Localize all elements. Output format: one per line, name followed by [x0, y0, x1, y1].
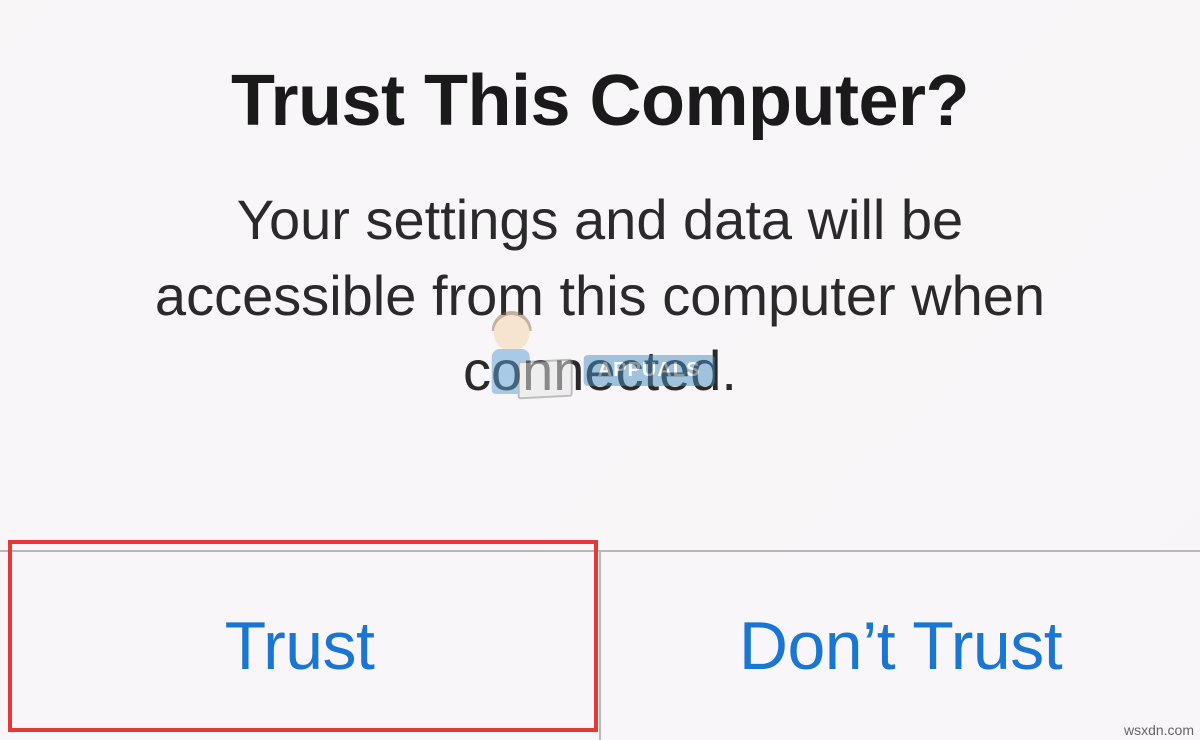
dialog-content: Trust This Computer? Your settings and d… — [0, 0, 1200, 550]
dialog-title: Trust This Computer? — [231, 60, 969, 142]
trust-dialog: Trust This Computer? Your settings and d… — [0, 0, 1200, 740]
dialog-message: Your settings and data will be accessibl… — [120, 182, 1080, 409]
dialog-buttons: Trust Don’t Trust — [0, 550, 1200, 740]
source-label: wsxdn.com — [1124, 722, 1194, 738]
trust-button[interactable]: Trust — [0, 552, 601, 740]
dont-trust-button[interactable]: Don’t Trust — [601, 552, 1200, 740]
